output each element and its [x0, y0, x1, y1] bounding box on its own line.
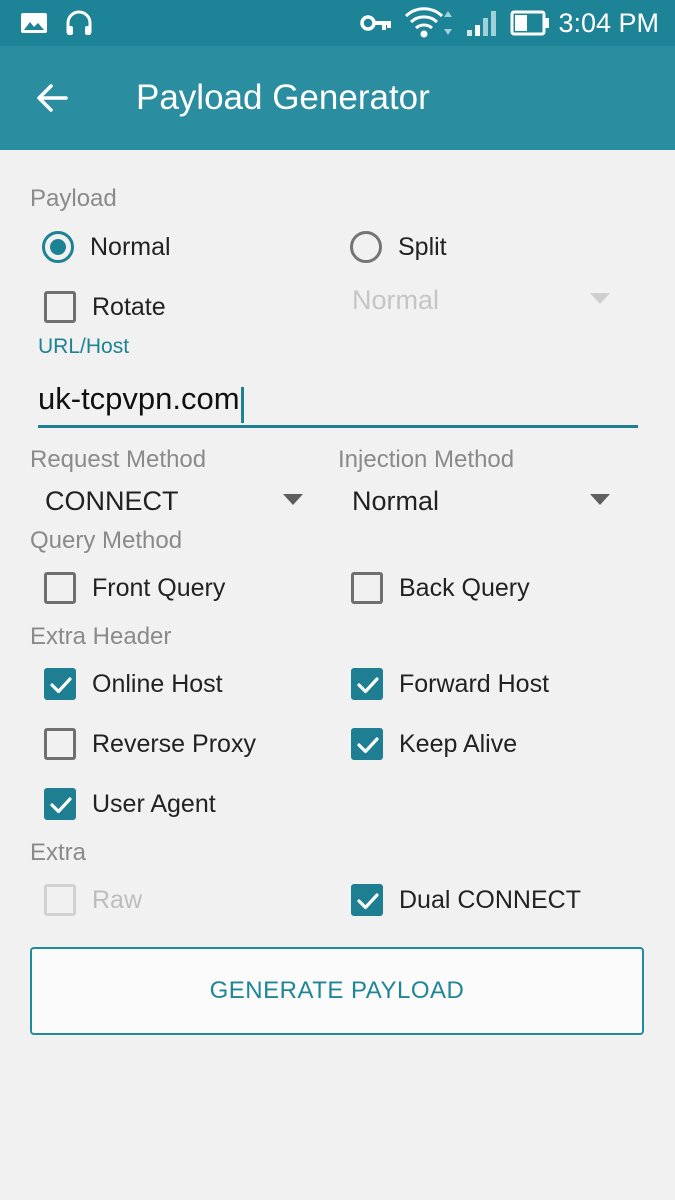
url-host-input[interactable]: uk-tcpvpn.com: [38, 373, 638, 428]
checkbox-disabled-icon: [44, 884, 76, 916]
dropdown-arrow-icon: [590, 293, 610, 304]
generate-payload-button[interactable]: GENERATE PAYLOAD: [30, 947, 644, 1035]
keep-alive-checkbox[interactable]: Keep Alive: [351, 722, 517, 766]
extra-section-label: Extra: [30, 839, 87, 866]
status-bar: 3:04 PM: [0, 0, 675, 46]
back-query-checkbox[interactable]: Back Query: [351, 566, 530, 610]
payload-normal-radio[interactable]: Normal: [42, 225, 171, 269]
checkbox-checked-icon: [351, 668, 383, 700]
headset-icon: [64, 0, 94, 46]
dual-connect-checkbox[interactable]: Dual CONNECT: [351, 878, 581, 922]
checkbox-checked-icon: [44, 788, 76, 820]
checkbox-unchecked-icon: [44, 291, 76, 323]
online-host-checkbox[interactable]: Online Host: [44, 662, 223, 706]
radio-unselected-icon: [350, 231, 382, 263]
split-type-dropdown: Normal: [352, 275, 610, 325]
payload-split-radio[interactable]: Split: [350, 225, 447, 269]
reverse-proxy-checkbox[interactable]: Reverse Proxy: [44, 722, 256, 766]
text-cursor: [240, 386, 244, 423]
front-query-checkbox[interactable]: Front Query: [44, 566, 225, 610]
checkbox-checked-icon: [44, 668, 76, 700]
injection-method-dropdown[interactable]: Normal: [352, 476, 610, 526]
query-method-label: Query Method: [30, 527, 183, 554]
status-time: 3:04 PM: [558, 7, 659, 38]
rotate-checkbox[interactable]: Rotate: [44, 285, 166, 329]
dropdown-arrow-icon: [283, 494, 303, 505]
arrow-back-icon[interactable]: [34, 80, 70, 116]
checkbox-checked-icon: [351, 728, 383, 760]
request-method-label: Request Method: [30, 446, 207, 473]
app-bar: Payload Generator: [0, 46, 675, 150]
request-method-dropdown[interactable]: CONNECT: [45, 476, 303, 526]
wifi-icon: [404, 0, 456, 46]
dropdown-arrow-icon: [590, 494, 610, 505]
extra-header-label: Extra Header: [30, 623, 172, 650]
image-icon: [20, 0, 48, 46]
checkbox-checked-icon: [351, 884, 383, 916]
vpn-key-icon: [360, 0, 392, 46]
url-host-label: URL/Host: [38, 335, 130, 358]
payload-section-label: Payload: [30, 185, 117, 212]
user-agent-checkbox[interactable]: User Agent: [44, 782, 216, 826]
checkbox-unchecked-icon: [351, 572, 383, 604]
injection-method-label: Injection Method: [338, 446, 515, 473]
page-title: Payload Generator: [136, 78, 430, 117]
radio-selected-icon: [42, 231, 74, 263]
signal-icon: [465, 0, 499, 46]
forward-host-checkbox[interactable]: Forward Host: [351, 662, 549, 706]
raw-checkbox: Raw: [44, 878, 142, 922]
battery-icon: [510, 0, 550, 46]
checkbox-unchecked-icon: [44, 572, 76, 604]
checkbox-unchecked-icon: [44, 728, 76, 760]
